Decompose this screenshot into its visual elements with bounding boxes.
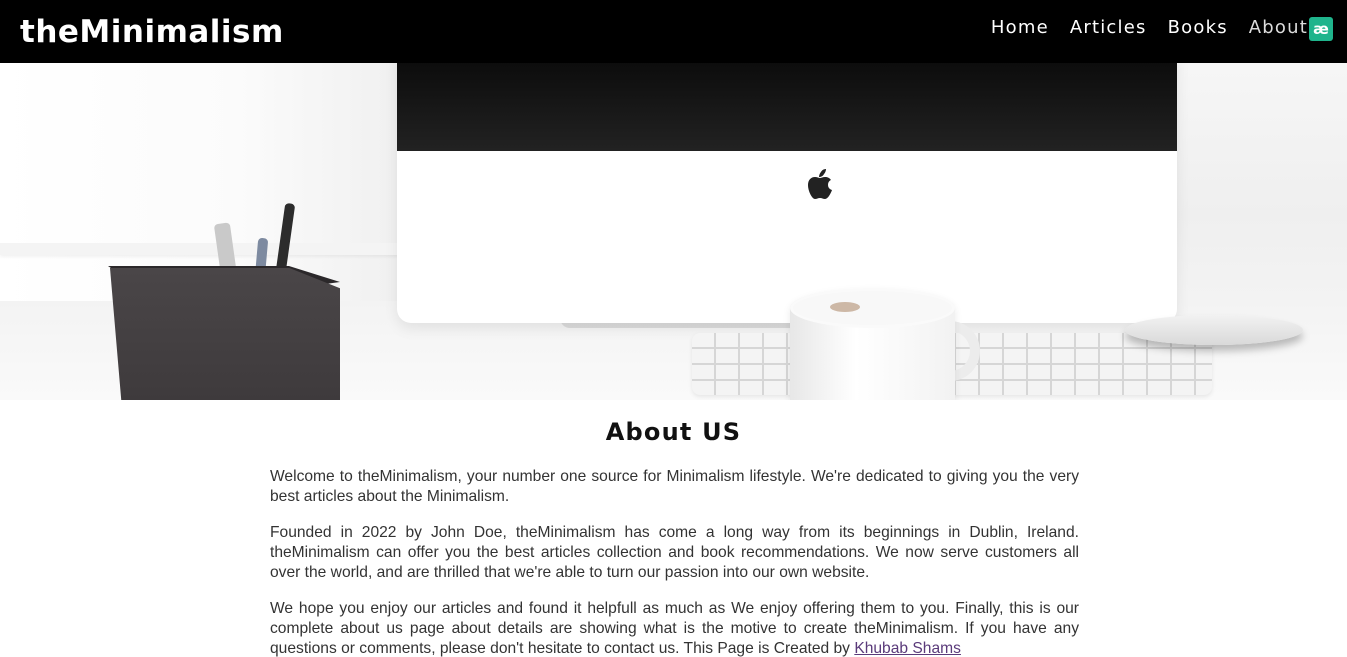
- coffee-mug: [790, 288, 955, 400]
- about-paragraph-2: Founded in 2022 by John Doe, theMinimali…: [270, 524, 1079, 581]
- pen-holder: [110, 268, 340, 400]
- nav-links: Home Articles Books About æ: [970, 16, 1333, 41]
- nav-link-about[interactable]: About: [1249, 17, 1308, 38]
- about-paragraph-1: Welcome to theMinimalism, your number on…: [270, 468, 1079, 505]
- page-title: About US: [605, 418, 742, 446]
- monitor: [397, 63, 1177, 323]
- mouse: [1125, 315, 1303, 345]
- nav-link-home[interactable]: Home: [991, 17, 1049, 38]
- extension-badge-icon[interactable]: æ: [1309, 16, 1333, 41]
- site-brand[interactable]: theMinimalism: [20, 14, 284, 50]
- nav-link-articles[interactable]: Articles: [1070, 17, 1147, 38]
- apple-logo-icon: [808, 169, 832, 199]
- monitor-screen: [397, 63, 1177, 151]
- mug-coffee: [830, 302, 860, 312]
- nav-link-books[interactable]: Books: [1168, 17, 1228, 38]
- window-frame: [0, 243, 400, 255]
- about-section: About US Welcome to theMinimalism, your …: [0, 400, 1347, 657]
- hero-image: [0, 63, 1347, 400]
- about-paragraph-3: We hope you enjoy our articles and found…: [270, 599, 1079, 657]
- author-link[interactable]: Khubab Shams: [854, 640, 961, 657]
- top-navbar: theMinimalism Home Articles Books About …: [0, 0, 1347, 63]
- mug-rim: [790, 288, 955, 328]
